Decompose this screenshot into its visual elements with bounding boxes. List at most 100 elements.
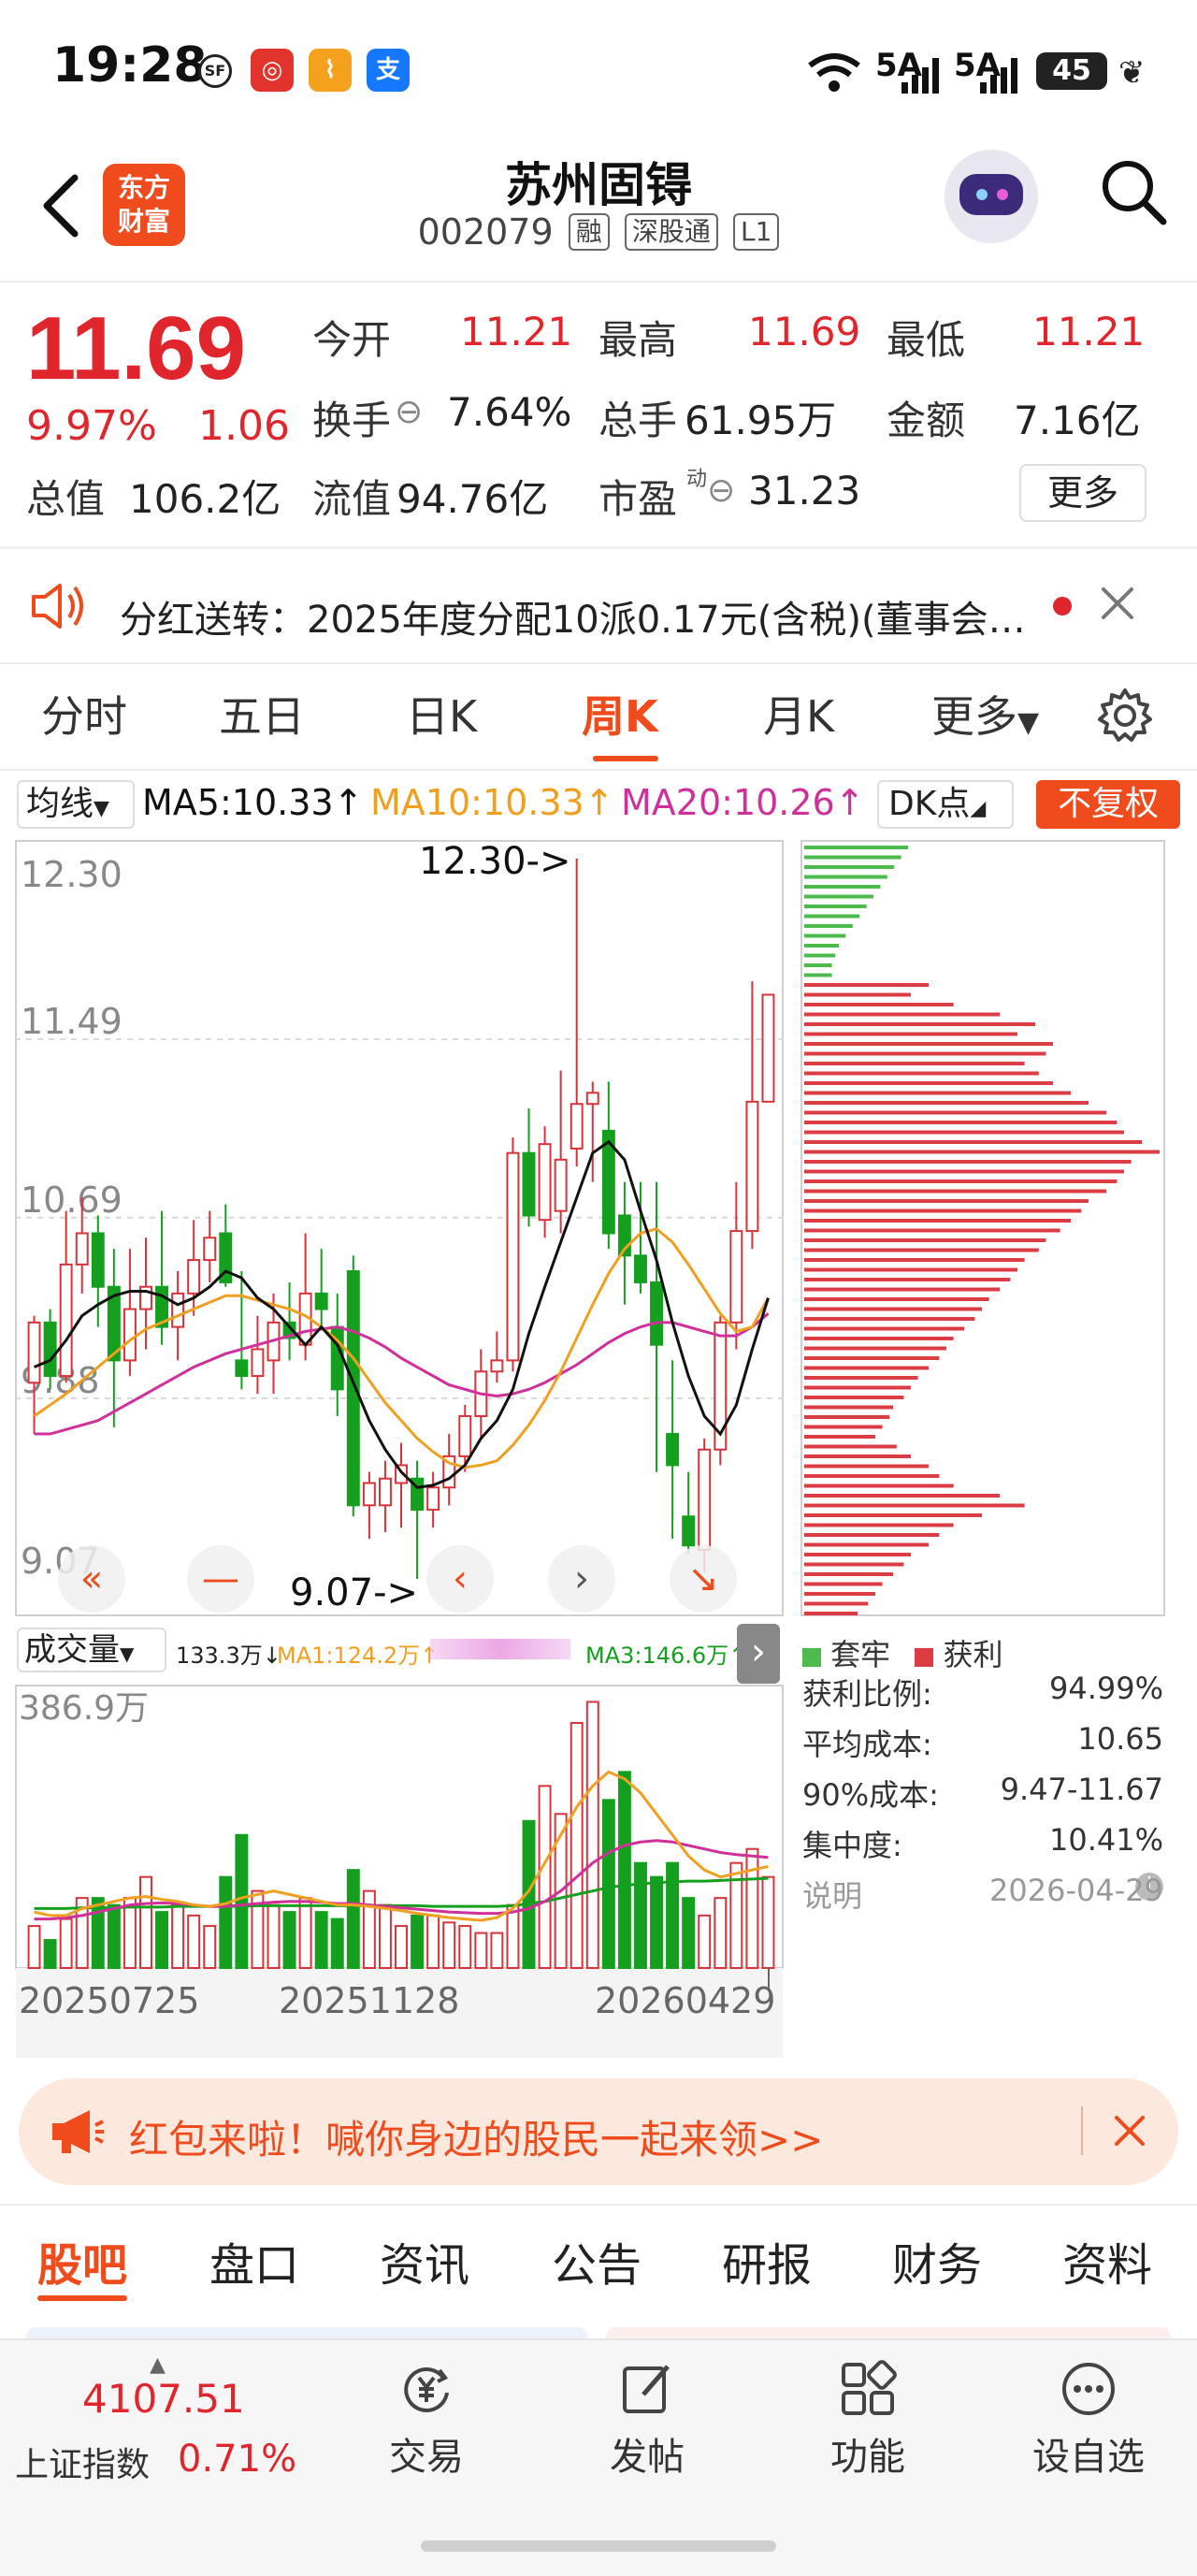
grid-icon [842,2360,897,2415]
tab-intraday[interactable]: 分时 [41,683,127,745]
kline-chart[interactable]: 12.3011.4910.699.889.07 [15,840,784,1616]
pe-label: 市盈 [598,476,678,522]
scroll-right-end-button[interactable]: ↘ [670,1545,737,1613]
float-cap-label: 流值 [312,476,392,522]
ma5-label: MA5:10.33↑ [142,782,364,823]
candle-body [251,1348,265,1378]
zoom-out-button[interactable]: — [187,1545,254,1613]
more-quote-button[interactable]: 更多 [1019,464,1147,522]
candle-body [203,1237,217,1262]
candle-body [570,1103,584,1150]
nav-functions[interactable]: 功能 [793,2359,943,2481]
candle-body [698,1448,712,1552]
arrow-down-right-icon: ↘ [687,1557,719,1600]
change-amount: 1.06 [198,402,290,450]
candle-body [171,1292,185,1328]
pe-superscript: 动 [686,468,708,491]
volume-value: 61.95万 [685,398,837,443]
volume-chart[interactable]: 386.9万 20250725 20251128 20260429 [15,1629,784,2060]
current-price: 11.69 [26,298,246,398]
chip-stats: 获利比例: 94.99% 平均成本: 10.65 90%成本: 9.47-11.67 … [802,1671,1167,1923]
tab-finance[interactable]: 财务 [892,2228,982,2294]
tab-more[interactable]: 更多▼ [931,683,1039,745]
candle-body [27,1321,41,1384]
chip-note-row[interactable]: 说明 i 2026-04-29 [802,1873,1167,1923]
more-dots-icon [1062,2363,1115,2415]
tag-margin: 融 [568,213,610,251]
chip-legend: 套牢 获利 [802,1631,1003,1674]
chip-stat-value: 94.99% [1048,1671,1163,1706]
volume-bar [506,1903,520,1969]
candle-body [458,1414,472,1457]
candle-body [554,1158,568,1212]
close-promo-button[interactable] [1109,2110,1150,2155]
dividend-notice[interactable]: 分红送转：2025年度分配10派0.17元(含税)(董事会… [120,589,1026,644]
index-value[interactable]: 4107.51 [82,2376,245,2422]
nav-post[interactable]: 发帖 [572,2359,722,2481]
chip-stat-label: 平均成本: [802,1727,932,1762]
tab-profile[interactable]: 资料 [1062,2228,1152,2294]
chip-stat-value: 9.47-11.67 [1000,1772,1163,1807]
chip-stat-row: 获利比例: 94.99% [802,1671,1167,1721]
volume-bar [698,1914,712,1970]
total-cap-value: 106.2亿 [129,476,281,522]
amount-value: 7.16亿 [1014,398,1141,443]
tab-weekly-k[interactable]: 周K [582,683,658,745]
divider [0,662,1197,664]
pe-info-icon[interactable]: ⊖ [707,471,735,510]
chip-stat-value: 10.65 [1077,1721,1163,1757]
candle-body [123,1308,137,1362]
volume-bar [362,1889,376,1969]
dk-selector[interactable]: DK点◢ [877,780,1014,829]
battery-icon: 45 [1036,52,1107,90]
tab-five-day[interactable]: 五日 [219,683,305,745]
chip-stat-value: 10.41% [1048,1822,1163,1858]
candle-body [362,1482,376,1507]
tab-research[interactable]: 研报 [722,2228,812,2294]
promo-text[interactable]: 红包来啦！喊你身边的股民一起来领>> [129,2108,823,2165]
ma-selector[interactable]: 均线▼ [17,780,135,829]
close-notice-button[interactable] [1096,582,1139,629]
megaphone-icon [49,2106,105,2161]
sf-app-icon: SF [198,54,232,88]
candle-body [426,1486,440,1512]
y-tick-label: 10.69 [21,1179,123,1221]
signal-1-icon [900,56,941,97]
gear-icon [1098,688,1152,742]
chip-distribution-chart [800,840,1165,1616]
divider [0,2204,1197,2206]
volume-label: 总手 [598,398,678,443]
tab-news[interactable]: 资讯 [380,2228,469,2294]
collapse-arrow-icon[interactable]: ▲ [150,2353,166,2377]
tab-daily-k[interactable]: 日K [406,683,477,745]
nav-trade[interactable]: 交易 [352,2359,501,2481]
candle-body [633,1254,647,1283]
divider [0,281,1197,282]
edit-icon [623,2365,670,2413]
candle-body [43,1321,57,1378]
tab-order-book[interactable]: 盘口 [209,2228,299,2294]
tab-announcements[interactable]: 公告 [552,2228,642,2294]
search-button[interactable] [1096,154,1171,229]
scroll-left-fast-button[interactable]: « [58,1545,125,1613]
chip-stat-row: 90%成本: 9.47-11.67 [802,1772,1167,1822]
adjust-selector[interactable]: 不复权 [1036,780,1180,829]
chip-stat-row: 集中度: 10.41% [802,1822,1167,1873]
active-tab-indicator [593,756,658,761]
volume-bar [538,1785,552,1969]
tab-forum[interactable]: 股吧 [37,2228,127,2294]
candle-body [506,1151,520,1362]
ma10-label: MA10:10.33↑ [370,782,614,823]
high-value: 11.69 [748,309,861,355]
divider [0,546,1197,549]
settings-button[interactable] [1096,687,1154,748]
volume-bar [601,1799,615,1969]
scroll-left-button[interactable]: ‹ [426,1545,494,1613]
x-tick-label: 20260429 [595,1980,775,2021]
info-icon[interactable]: ⊖ [395,393,423,431]
ma20-label: MA20:10.26↑ [621,782,865,823]
nav-watchlist[interactable]: 设自选 [1014,2359,1163,2481]
scroll-right-button[interactable]: › [548,1545,615,1613]
wifi-icon [806,51,862,94]
tab-monthly-k[interactable]: 月K [763,683,834,745]
